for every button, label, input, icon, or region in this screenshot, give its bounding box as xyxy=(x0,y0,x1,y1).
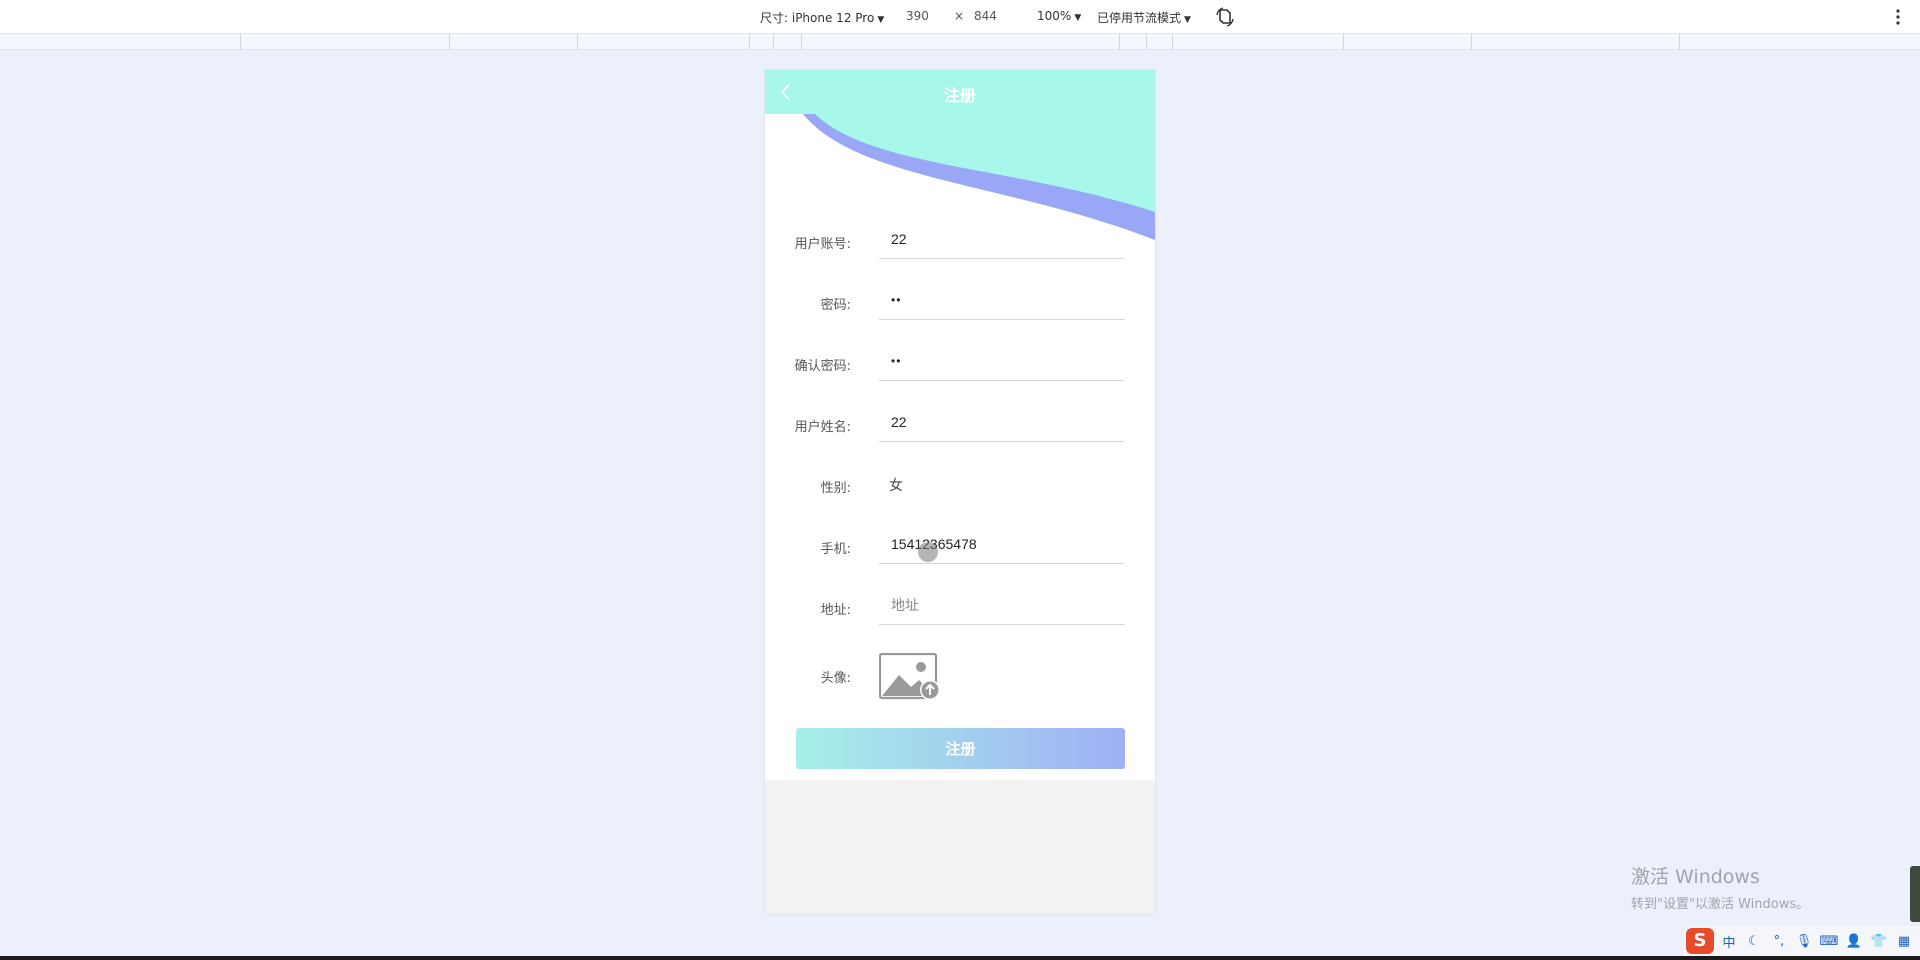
form-row-confirm-password: 确认密码: xyxy=(765,341,1155,389)
caret-down-icon: ▼ xyxy=(1184,15,1191,25)
dimension-separator: × xyxy=(954,9,965,23)
name-label: 用户姓名: xyxy=(794,420,851,435)
password-input[interactable] xyxy=(879,280,1125,320)
watermark-subtitle: 转到"设置"以激活 Windows。 xyxy=(1631,897,1810,912)
microphone-icon[interactable]: 🎙 xyxy=(1794,934,1814,949)
register-button[interactable]: 注册 xyxy=(796,728,1125,769)
form-row-password: 密码: xyxy=(765,280,1155,328)
form-row-avatar: 头像: xyxy=(765,653,1155,701)
gender-label: 性别: xyxy=(820,481,851,496)
device-label: 尺寸: iPhone 12 Pro xyxy=(760,11,875,25)
ime-mode-toggle[interactable]: 中 xyxy=(1719,932,1739,951)
confirm-password-input[interactable] xyxy=(879,341,1125,381)
form-row-name: 用户姓名: xyxy=(765,402,1155,450)
caret-down-icon: ▼ xyxy=(877,15,885,25)
taskbar-edge xyxy=(0,956,1920,960)
password-label: 密码: xyxy=(820,298,851,313)
name-input[interactable] xyxy=(879,402,1125,442)
caret-down-icon: ▼ xyxy=(1074,13,1082,23)
skin-icon[interactable]: 👕 xyxy=(1869,934,1889,949)
punctuation-icon[interactable]: °, xyxy=(1769,934,1789,949)
touch-cursor-indicator xyxy=(918,542,938,562)
phone-input[interactable] xyxy=(879,524,1125,564)
ime-tray: S 中 ☾ °, 🎙 ⌨ 👤 👕 ▦ xyxy=(1684,926,1920,956)
height-input[interactable]: 844 xyxy=(974,9,997,23)
devtools-device-toolbar: 尺寸: iPhone 12 Pro ▼ 390 × 844 100% ▼ 已停用节流… xyxy=(0,0,1920,34)
avatar-label: 头像: xyxy=(820,671,851,686)
form-row-address: 地址: xyxy=(765,585,1155,633)
account-input[interactable] xyxy=(879,219,1125,259)
page-title: 注册 xyxy=(943,86,976,105)
form-row-gender: 性别: 女 xyxy=(765,463,1155,511)
phone-label: 手机: xyxy=(820,542,851,557)
register-page: 注册 用户账号: 密码: 确认密码: 用户姓名: 性别: 女 手机: 地址: xyxy=(765,70,1155,780)
moon-icon[interactable]: ☾ xyxy=(1744,934,1764,949)
zoom-label: 100% xyxy=(1037,9,1072,23)
throttle-label: 已停用节流模式 xyxy=(1097,11,1182,25)
user-icon[interactable]: 👤 xyxy=(1844,934,1864,949)
keyboard-icon[interactable]: ⌨ xyxy=(1819,934,1839,949)
image-upload-icon[interactable] xyxy=(879,653,941,701)
phone-viewport: 注册 用户账号: 密码: 确认密码: 用户姓名: 性别: 女 手机: 地址: xyxy=(765,70,1155,914)
address-label: 地址: xyxy=(820,603,851,618)
rotate-icon[interactable] xyxy=(1214,6,1236,28)
width-input[interactable]: 390 xyxy=(906,9,929,23)
watermark-title: 激活 Windows xyxy=(1631,866,1760,888)
gender-selected[interactable]: 女 xyxy=(889,475,903,495)
form-row-account: 用户账号: xyxy=(765,219,1155,267)
zoom-select[interactable]: 100% ▼ xyxy=(1037,9,1081,23)
address-input[interactable] xyxy=(879,585,1125,625)
windows-activation-watermark: 激活 Windows 转到"设置"以激活 Windows。 xyxy=(1631,862,1809,912)
device-select[interactable]: 尺寸: iPhone 12 Pro ▼ xyxy=(760,9,884,26)
navbar: 注册 xyxy=(765,70,1155,114)
account-label: 用户账号: xyxy=(794,237,851,252)
media-query-ruler xyxy=(0,34,1920,50)
toolbox-icon[interactable]: ▦ xyxy=(1894,934,1914,949)
confirm-password-label: 确认密码: xyxy=(794,359,851,374)
form-row-phone: 手机: xyxy=(765,524,1155,572)
ime-logo-icon[interactable]: S xyxy=(1686,928,1714,954)
side-widget xyxy=(1910,866,1920,922)
more-options-icon[interactable] xyxy=(1892,7,1904,27)
throttle-select[interactable]: 已停用节流模式 ▼ xyxy=(1097,9,1191,26)
